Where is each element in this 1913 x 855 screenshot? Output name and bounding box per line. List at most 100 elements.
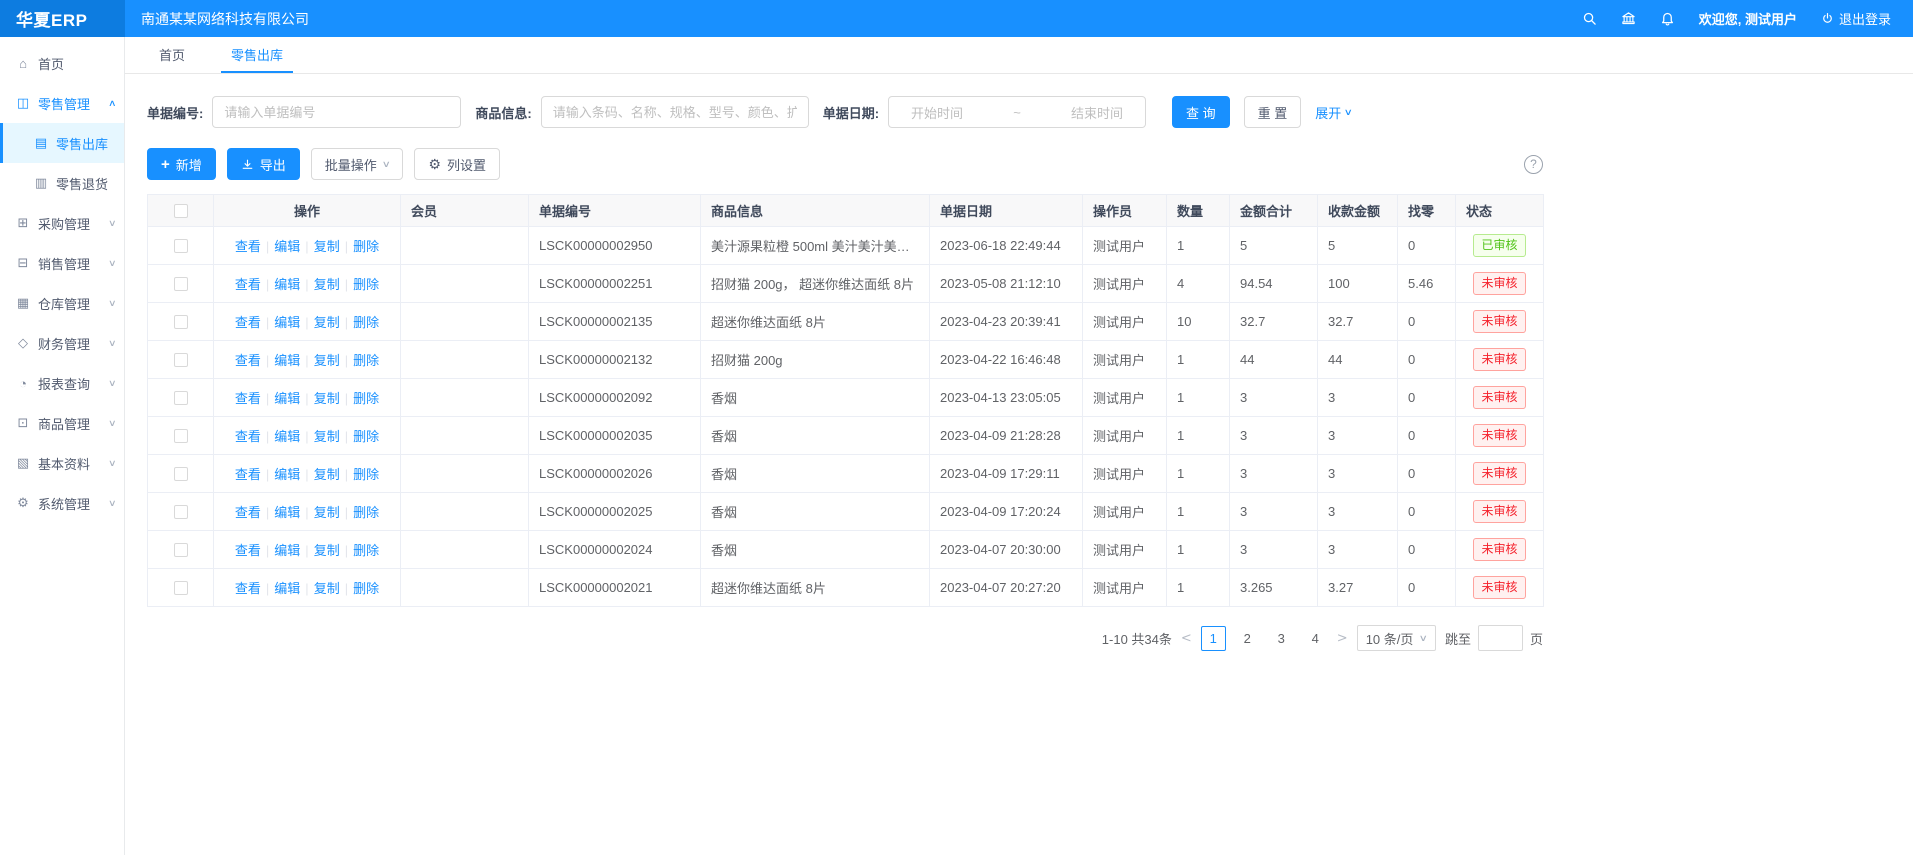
sidebar-item-retail-return[interactable]: ▥零售退货 — [0, 163, 124, 203]
next-page-button[interactable]: > — [1337, 631, 1348, 646]
row-action-view[interactable]: 查看 — [235, 277, 261, 292]
row-action-delete[interactable]: 删除 — [353, 391, 379, 406]
sidebar-item-system[interactable]: ⚙系统管理∨ — [0, 483, 124, 523]
page-button-1[interactable]: 1 — [1201, 626, 1226, 651]
row-action-view[interactable]: 查看 — [235, 315, 261, 330]
row-action-delete[interactable]: 删除 — [353, 543, 379, 558]
page-button-2[interactable]: 2 — [1235, 626, 1260, 651]
cell-operator: 测试用户 — [1083, 227, 1167, 265]
search-icon[interactable] — [1582, 11, 1597, 26]
action-divider: | — [345, 467, 348, 482]
row-action-edit[interactable]: 编辑 — [274, 315, 300, 330]
row-action-delete[interactable]: 删除 — [353, 277, 379, 292]
row-action-copy[interactable]: 复制 — [314, 353, 340, 368]
row-action-edit[interactable]: 编辑 — [274, 429, 300, 444]
row-action-delete[interactable]: 删除 — [353, 239, 379, 254]
row-action-delete[interactable]: 删除 — [353, 353, 379, 368]
cell-total-amount: 5 — [1230, 227, 1318, 265]
jump-page-input[interactable] — [1478, 625, 1523, 651]
row-action-copy[interactable]: 复制 — [314, 315, 340, 330]
row-checkbox[interactable] — [174, 543, 188, 557]
row-action-view[interactable]: 查看 — [235, 239, 261, 254]
row-action-edit[interactable]: 编辑 — [274, 581, 300, 596]
row-checkbox[interactable] — [174, 581, 188, 595]
sidebar-item-basic-data[interactable]: ▧基本资料∨ — [0, 443, 124, 483]
cell-total-amount: 3 — [1230, 455, 1318, 493]
tab-home[interactable]: 首页 — [149, 37, 195, 73]
cell-product: 招财猫 200g， 超迷你维达面纸 8片 — [701, 265, 930, 303]
row-checkbox[interactable] — [174, 505, 188, 519]
row-action-view[interactable]: 查看 — [235, 467, 261, 482]
row-action-view[interactable]: 查看 — [235, 353, 261, 368]
sidebar-item-home[interactable]: ⌂首页 — [0, 43, 124, 83]
doc-no-input[interactable] — [212, 96, 461, 128]
reset-button[interactable]: 重 置 — [1244, 96, 1302, 128]
sidebar-item-sales[interactable]: ⊟销售管理∨ — [0, 243, 124, 283]
tab-retail-outbound[interactable]: 零售出库 — [221, 37, 293, 73]
row-action-view[interactable]: 查看 — [235, 543, 261, 558]
row-action-copy[interactable]: 复制 — [314, 239, 340, 254]
row-action-copy[interactable]: 复制 — [314, 581, 340, 596]
cell-product: 超迷你维达面纸 8片 — [701, 303, 930, 341]
column-settings-button[interactable]: ⚙ 列设置 — [414, 148, 500, 180]
sidebar-item-warehouse[interactable]: ▦仓库管理∨ — [0, 283, 124, 323]
row-action-edit[interactable]: 编辑 — [274, 543, 300, 558]
page-button-4[interactable]: 4 — [1303, 626, 1328, 651]
cell-paid-amount: 3 — [1318, 493, 1398, 531]
row-checkbox[interactable] — [174, 467, 188, 481]
bell-icon[interactable] — [1660, 11, 1675, 26]
page-button-3[interactable]: 3 — [1269, 626, 1294, 651]
row-action-view[interactable]: 查看 — [235, 505, 261, 520]
row-checkbox[interactable] — [174, 315, 188, 329]
batch-actions-button[interactable]: 批量操作 ∨ — [311, 148, 404, 180]
row-action-delete[interactable]: 删除 — [353, 581, 379, 596]
product-info-input[interactable] — [541, 96, 809, 128]
row-checkbox[interactable] — [174, 353, 188, 367]
row-action-copy[interactable]: 复制 — [314, 429, 340, 444]
row-action-view[interactable]: 查看 — [235, 391, 261, 406]
row-action-edit[interactable]: 编辑 — [274, 391, 300, 406]
row-action-edit[interactable]: 编辑 — [274, 505, 300, 520]
export-button[interactable]: 导出 — [227, 148, 300, 180]
prev-page-button[interactable]: < — [1181, 631, 1192, 646]
sidebar-item-reports[interactable]: ◔报表查询∨ — [0, 363, 124, 403]
select-all-checkbox[interactable] — [174, 204, 188, 218]
row-action-edit[interactable]: 编辑 — [274, 353, 300, 368]
cell-actions: 查看|编辑|复制|删除 — [214, 417, 401, 455]
page-size-select[interactable]: 10 条/页 ∨ — [1357, 625, 1436, 651]
table-row: 查看|编辑|复制|删除LSCK00000002135超迷你维达面纸 8片2023… — [148, 303, 1544, 341]
help-icon[interactable]: ? — [1524, 155, 1543, 174]
row-action-view[interactable]: 查看 — [235, 581, 261, 596]
row-action-delete[interactable]: 删除 — [353, 315, 379, 330]
row-checkbox[interactable] — [174, 277, 188, 291]
row-action-delete[interactable]: 删除 — [353, 505, 379, 520]
row-action-copy[interactable]: 复制 — [314, 543, 340, 558]
row-action-edit[interactable]: 编辑 — [274, 277, 300, 292]
bank-icon[interactable] — [1621, 11, 1636, 26]
row-action-delete[interactable]: 删除 — [353, 467, 379, 482]
row-action-delete[interactable]: 删除 — [353, 429, 379, 444]
sidebar-item-label: 销售管理 — [38, 254, 90, 273]
pagination-bar: 1-10 共34条 < 1234 > 10 条/页 ∨ 跳至 页 — [147, 625, 1543, 651]
col-header: 商品信息 — [701, 195, 930, 227]
sidebar-item-purchase[interactable]: ⊞采购管理∨ — [0, 203, 124, 243]
sidebar-item-finance[interactable]: ◇财务管理∨ — [0, 323, 124, 363]
logout-button[interactable]: 退出登录 — [1821, 9, 1891, 28]
row-action-edit[interactable]: 编辑 — [274, 239, 300, 254]
row-checkbox[interactable] — [174, 239, 188, 253]
row-checkbox[interactable] — [174, 429, 188, 443]
row-action-view[interactable]: 查看 — [235, 429, 261, 444]
expand-link[interactable]: 展开 ∨ — [1315, 103, 1352, 122]
date-range-picker[interactable]: 开始时间 ~ 结束时间 — [888, 96, 1146, 128]
search-button[interactable]: 查 询 — [1172, 96, 1230, 128]
row-action-copy[interactable]: 复制 — [314, 467, 340, 482]
add-button[interactable]: + 新增 — [147, 148, 216, 180]
sidebar-item-products[interactable]: ⊡商品管理∨ — [0, 403, 124, 443]
sidebar-item-retail-outbound[interactable]: ▤零售出库 — [0, 123, 124, 163]
row-action-copy[interactable]: 复制 — [314, 277, 340, 292]
row-action-edit[interactable]: 编辑 — [274, 467, 300, 482]
row-action-copy[interactable]: 复制 — [314, 505, 340, 520]
row-action-copy[interactable]: 复制 — [314, 391, 340, 406]
row-checkbox[interactable] — [174, 391, 188, 405]
sidebar-item-retail[interactable]: ◫零售管理∧ — [0, 83, 124, 123]
